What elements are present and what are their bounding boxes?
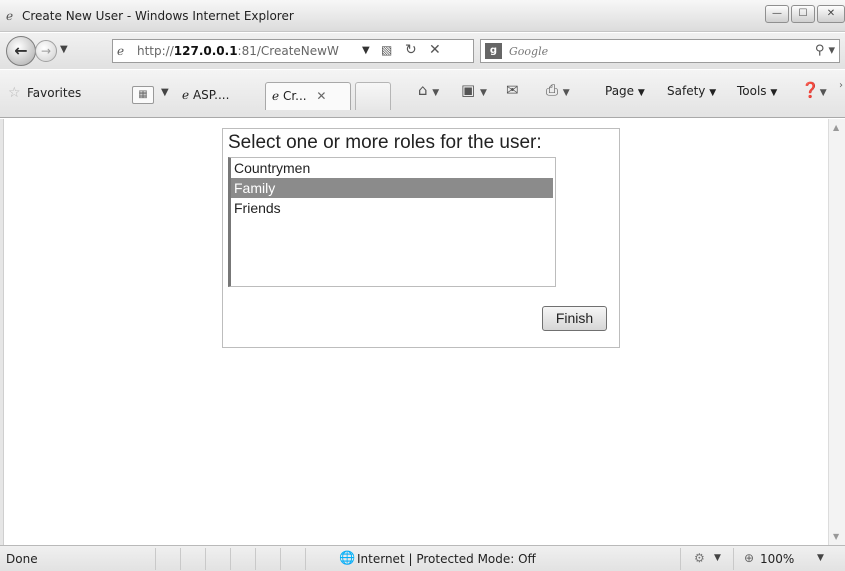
- chevron-down-icon[interactable]: ▼: [714, 553, 721, 563]
- tab-create-user[interactable]: ℯ Cr... ✕: [265, 82, 351, 110]
- chevron-down-icon[interactable]: ▼: [817, 553, 824, 563]
- url-text[interactable]: http://127.0.0.1:81/CreateNewW: [137, 44, 357, 58]
- role-option[interactable]: Countrymen: [231, 158, 553, 178]
- search-icon[interactable]: ⚲ ▾: [815, 43, 835, 58]
- close-tab-icon[interactable]: ✕: [316, 89, 326, 103]
- close-button[interactable]: ✕: [817, 5, 845, 23]
- tab-list-dropdown[interactable]: ▼: [161, 87, 169, 98]
- page-icon: ℯ: [117, 44, 125, 58]
- recent-pages-dropdown[interactable]: ▼: [60, 44, 68, 55]
- maximize-button[interactable]: ☐: [791, 5, 815, 23]
- quick-tabs-icon[interactable]: ▦: [132, 86, 154, 104]
- minimize-button[interactable]: —: [765, 5, 789, 23]
- ie-page-icon: ℯ: [182, 88, 190, 102]
- mail-icon[interactable]: ✉: [506, 81, 519, 99]
- page-menu[interactable]: Page ▼: [605, 84, 645, 98]
- divider: [255, 548, 256, 570]
- search-provider[interactable]: Google: [509, 45, 548, 58]
- print-icon[interactable]: ⎙ ▼: [546, 81, 570, 99]
- status-text: Done: [6, 552, 38, 566]
- tab-label: Cr...: [282, 89, 307, 103]
- back-arrow-icon[interactable]: ←: [6, 36, 36, 66]
- divider: [305, 548, 306, 570]
- content-border: [0, 119, 4, 545]
- navigation-bar: ← → ▼ ℯ http://127.0.0.1:81/CreateNewW ▼…: [0, 33, 845, 69]
- address-dropdown-icon[interactable]: ▼: [362, 45, 370, 56]
- status-bar: Done 🌐 Internet | Protected Mode: Off ⚙ …: [0, 545, 845, 571]
- finish-button[interactable]: Finish: [542, 306, 607, 331]
- globe-icon: 🌐: [339, 551, 356, 566]
- divider: [733, 548, 734, 570]
- role-option-selected[interactable]: Family: [231, 178, 553, 198]
- tools-menu[interactable]: Tools ▼: [737, 84, 777, 98]
- tab-asp[interactable]: ℯ ASP....: [176, 82, 235, 110]
- scroll-down-icon[interactable]: ▼: [833, 532, 839, 541]
- protected-mode-icon[interactable]: ⚙: [694, 551, 705, 565]
- safety-menu[interactable]: Safety ▼: [667, 84, 716, 98]
- window-title: Create New User - Windows Internet Explo…: [22, 9, 294, 23]
- forward-arrow-icon[interactable]: →: [35, 40, 57, 62]
- zoom-icon[interactable]: ⊕: [744, 551, 754, 565]
- divider: [205, 548, 206, 570]
- role-prompt: Select one or more roles for the user:: [228, 132, 542, 153]
- new-tab-button[interactable]: [355, 82, 391, 110]
- zoom-level[interactable]: 100%: [760, 552, 794, 566]
- divider: [155, 548, 156, 570]
- refresh-icon[interactable]: ↻: [405, 42, 417, 58]
- vertical-scrollbar[interactable]: ▲ ▼: [828, 119, 845, 545]
- ie-logo-icon: ℯ: [6, 9, 14, 23]
- role-option[interactable]: Friends: [231, 198, 553, 218]
- favorites-star-icon[interactable]: ☆: [8, 85, 21, 101]
- divider: [680, 548, 681, 570]
- chevron-right-icon[interactable]: ›: [839, 80, 843, 91]
- ie-page-icon: ℯ: [272, 89, 280, 103]
- roles-listbox[interactable]: Countrymen Family Friends: [228, 157, 556, 287]
- favorites-bar: ☆ Favorites ▦ ▼ ℯ ASP.... ℯ Cr... ✕ ⌂ ▼ …: [0, 70, 845, 118]
- scroll-up-icon[interactable]: ▲: [833, 123, 839, 132]
- divider: [230, 548, 231, 570]
- window-title-bar: ℯ Create New User - Windows Internet Exp…: [0, 0, 845, 32]
- home-icon[interactable]: ⌂ ▼: [418, 81, 439, 99]
- page-content: Select one or more roles for the user: C…: [0, 119, 845, 545]
- divider: [280, 548, 281, 570]
- stop-icon[interactable]: ✕: [429, 42, 441, 58]
- security-zone[interactable]: Internet | Protected Mode: Off: [357, 552, 536, 566]
- google-logo-icon: g: [485, 43, 502, 59]
- search-box[interactable]: g Google ⚲ ▾: [480, 39, 840, 63]
- divider: [180, 548, 181, 570]
- address-bar[interactable]: ℯ http://127.0.0.1:81/CreateNewW ▼ ▧ ↻ ✕: [112, 39, 474, 63]
- role-selection-panel: Select one or more roles for the user: C…: [222, 128, 620, 348]
- favorites-button[interactable]: Favorites: [27, 86, 81, 100]
- compat-view-icon[interactable]: ▧: [381, 43, 392, 57]
- tab-label: ASP....: [192, 88, 230, 102]
- window-controls: — ☐ ✕: [763, 5, 845, 25]
- help-icon[interactable]: ❓▼: [801, 81, 827, 99]
- feeds-icon[interactable]: ▣ ▼: [461, 81, 487, 99]
